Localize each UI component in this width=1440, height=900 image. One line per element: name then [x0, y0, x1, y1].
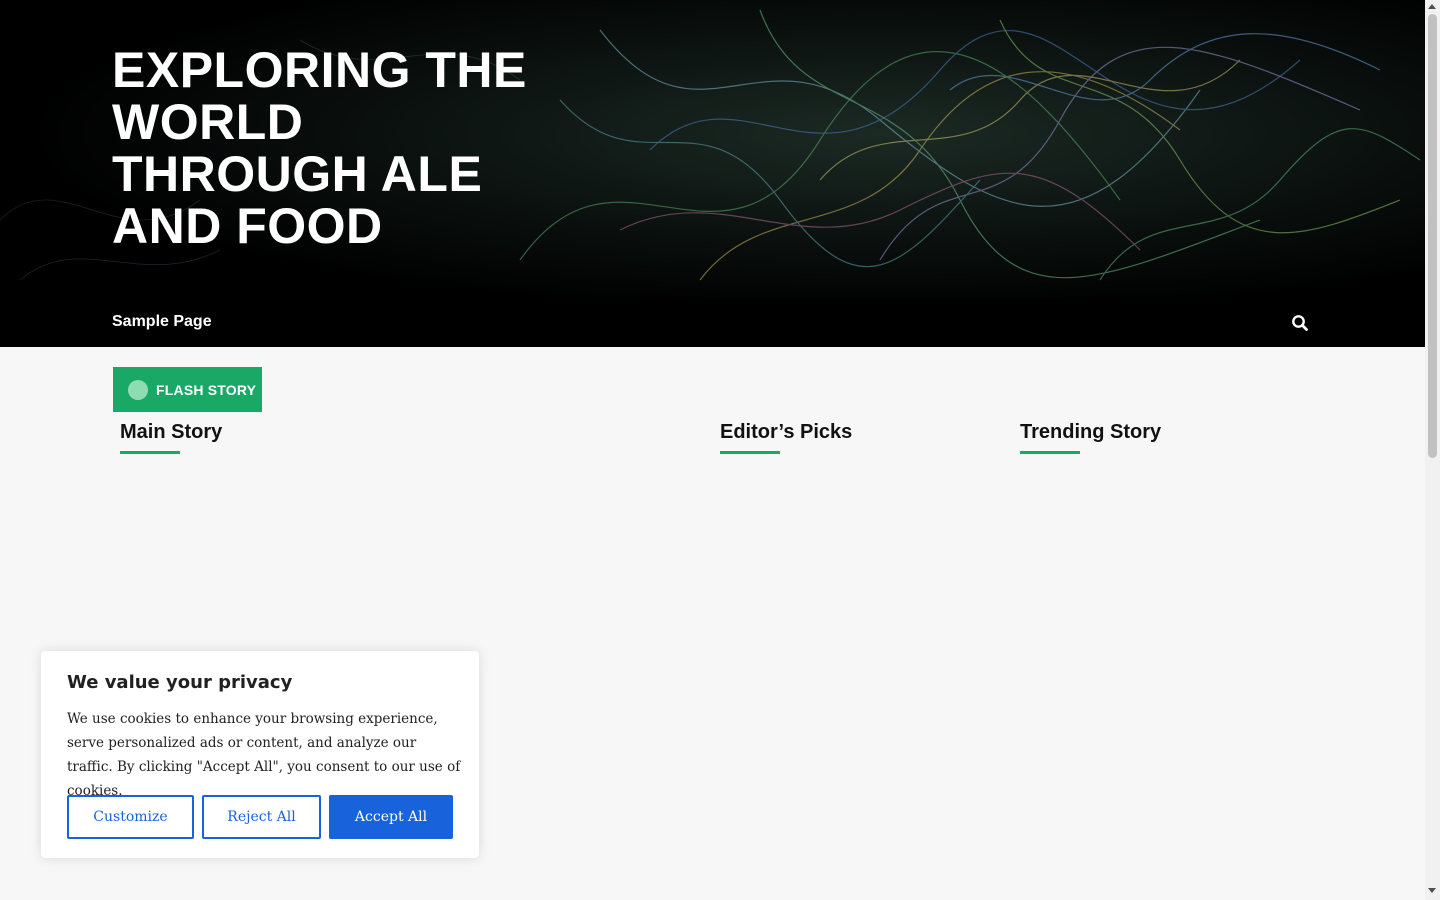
cookie-banner-text: We use cookies to enhance your browsing …	[67, 711, 461, 799]
trending-story-underline	[1020, 451, 1080, 454]
vertical-scrollbar[interactable]	[1425, 0, 1440, 900]
editors-picks-underline	[720, 451, 780, 454]
customize-button[interactable]: Customize	[67, 795, 194, 839]
site-header: EXPLORING THE WORLD THROUGH ALE AND FOOD	[0, 0, 1425, 298]
accept-all-button[interactable]: Accept All	[329, 795, 453, 839]
page: EXPLORING THE WORLD THROUGH ALE AND FOOD…	[0, 0, 1425, 900]
scroll-up-icon[interactable]	[1428, 4, 1436, 9]
cookie-consent-banner: We value your privacy We use cookies to …	[41, 651, 479, 858]
main-navigation: Sample Page	[0, 298, 1425, 347]
search-icon[interactable]	[1290, 313, 1310, 333]
site-title[interactable]: EXPLORING THE WORLD THROUGH ALE AND FOOD	[112, 44, 532, 252]
trending-story-heading: Trending Story	[1020, 421, 1162, 443]
main-story-heading: Main Story	[120, 421, 223, 443]
scroll-down-icon[interactable]	[1428, 888, 1436, 893]
scrollbar-thumb[interactable]	[1428, 14, 1437, 458]
flash-story-badge: FLASH STORY	[113, 367, 262, 412]
nav-item-sample-page[interactable]: Sample Page	[112, 313, 212, 331]
flash-dot-icon	[128, 379, 148, 400]
main-story-underline	[120, 451, 180, 454]
cookie-banner-title: We value your privacy	[67, 672, 293, 693]
flash-story-label: FLASH STORY	[156, 381, 257, 398]
reject-all-button[interactable]: Reject All	[202, 795, 321, 839]
editors-picks-heading: Editor’s Picks	[720, 421, 853, 443]
